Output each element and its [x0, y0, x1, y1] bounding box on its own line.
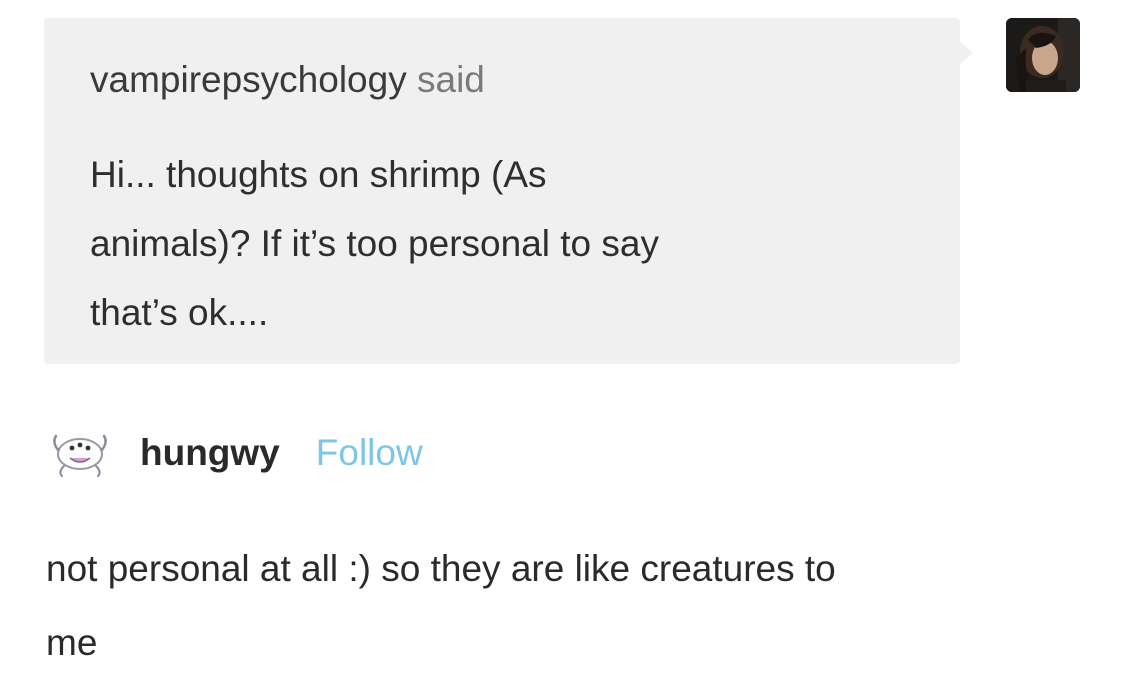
- question-line: Hi... thoughts on shrimp (As: [90, 154, 547, 195]
- ask-bubble-tail: [958, 40, 973, 66]
- user-photo-avatar-icon: [1006, 18, 1080, 92]
- answer-text: not personal at all :) so they are like …: [46, 532, 1096, 680]
- question-line: that’s ok....: [90, 292, 269, 333]
- answer-header: hungwy Follow: [50, 428, 423, 478]
- asker-username[interactable]: vampirepsychology: [90, 59, 407, 100]
- asker-said-label: said: [417, 59, 485, 100]
- answerer-username[interactable]: hungwy: [140, 432, 280, 474]
- answer-line: not personal at all :) so they are like …: [46, 548, 836, 589]
- ask-bubble: vampirepsychology said Hi... thoughts on…: [44, 18, 960, 364]
- answer-line: me: [46, 622, 98, 663]
- asker-avatar[interactable]: [1006, 18, 1080, 92]
- follow-button[interactable]: Follow: [316, 432, 423, 474]
- ask-header: vampirepsychology said: [90, 58, 485, 102]
- answerer-avatar[interactable]: [50, 428, 110, 478]
- pixel-creature-avatar-icon: [53, 434, 107, 477]
- ask-question: Hi... thoughts on shrimp (As animals)? I…: [90, 140, 890, 347]
- question-line: animals)? If it’s too personal to say: [90, 223, 659, 264]
